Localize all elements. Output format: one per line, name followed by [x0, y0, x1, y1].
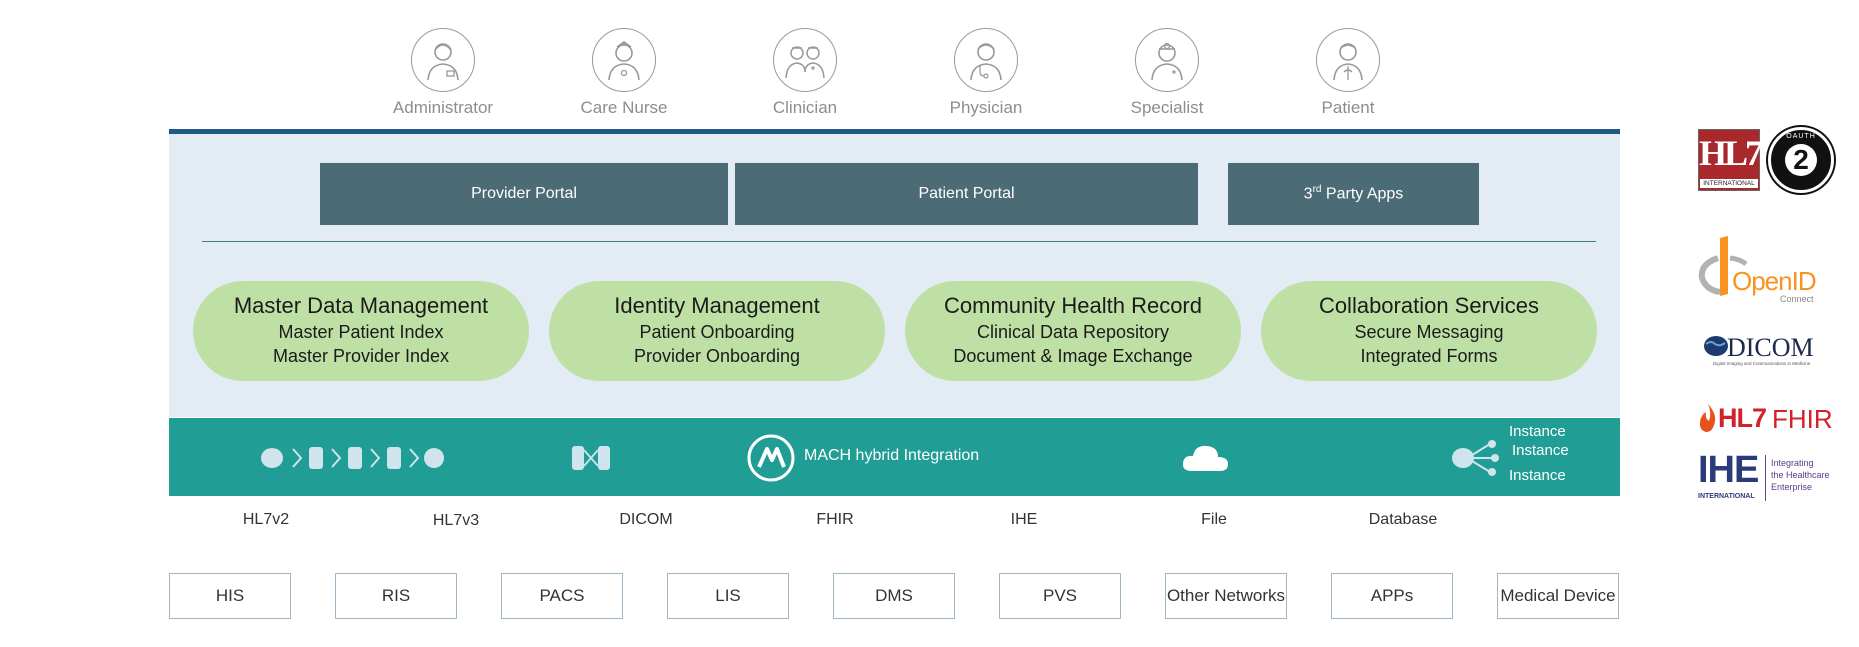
- openid-connect-logo: OpenID Connect: [1698, 236, 1838, 306]
- flame-icon: [1699, 404, 1716, 432]
- role-clinician: Clinician: [735, 28, 875, 118]
- role-label: Care Nurse: [580, 98, 668, 117]
- patient-icon: [1316, 28, 1380, 92]
- globe-icon: [1704, 336, 1728, 356]
- system-lis: LIS: [667, 573, 789, 619]
- patient-portal-box: Patient Portal: [735, 163, 1198, 225]
- service-collaboration-services: Collaboration Services Secure Messaging …: [1261, 281, 1597, 381]
- transform-icon: [572, 446, 610, 470]
- third-party-apps-label: 3rd Party Apps: [1303, 184, 1404, 203]
- system-pvs: PVS: [999, 573, 1121, 619]
- provider-portal-label: Provider Portal: [471, 185, 577, 202]
- mach-logo-icon: [747, 434, 795, 482]
- dicom-logo: DICOM Digital Imaging and Communications…: [1703, 333, 1837, 369]
- protocol-ihe: IHE: [1010, 511, 1038, 528]
- platform-panel: Provider Portal Patient Portal 3rd Party…: [169, 129, 1620, 417]
- service-item: Patient Onboarding: [639, 322, 795, 342]
- service-item: Integrated Forms: [1360, 346, 1498, 366]
- service-master-data-management: Master Data Management Master Patient In…: [193, 281, 529, 381]
- role-patient: Patient: [1278, 28, 1418, 118]
- hl7-international-logo: HL7 INTERNATIONAL: [1698, 129, 1763, 191]
- system-other-networks: Other Networks: [1165, 573, 1287, 619]
- patient-portal-label: Patient Portal: [918, 185, 1015, 202]
- protocol-hl7v3: HL7v3: [432, 512, 480, 529]
- role-specialist: Specialist: [1097, 28, 1237, 118]
- service-item: Clinical Data Repository: [976, 322, 1170, 342]
- protocol-fhir: FHIR: [816, 511, 854, 528]
- role-care-nurse: Care Nurse: [554, 28, 694, 118]
- service-item: Document & Image Exchange: [953, 346, 1193, 366]
- provider-portal-box: Provider Portal: [320, 163, 728, 225]
- specialist-icon: [1135, 28, 1199, 92]
- service-title: Master Data Management: [233, 293, 489, 318]
- role-administrator: Administrator: [373, 28, 513, 118]
- pipeline-flow-icon: [261, 447, 444, 469]
- service-item: Master Patient Index: [278, 322, 444, 342]
- service-item: Master Provider Index: [272, 346, 450, 366]
- service-identity-management: Identity Management Patient Onboarding P…: [549, 281, 885, 381]
- hl7-fhir-logo: HL7 FHIR: [1698, 401, 1838, 437]
- third-party-apps-box: 3rd Party Apps: [1228, 163, 1479, 225]
- share-network-icon: [1452, 440, 1499, 476]
- system-medical-device: Medical Device: [1497, 573, 1619, 619]
- service-title: Community Health Record: [944, 293, 1202, 318]
- ihe-tagline: Integrating the Healthcare Enterprise: [1771, 458, 1830, 492]
- instance-label: Instance: [1509, 467, 1566, 484]
- service-community-health-record: Community Health Record Clinical Data Re…: [905, 281, 1241, 381]
- system-dms: DMS: [833, 573, 955, 619]
- service-title: Identity Management: [614, 293, 820, 318]
- role-label: Administrator: [392, 98, 494, 117]
- protocol-database: Database: [1368, 511, 1438, 528]
- service-item: Secure Messaging: [1354, 322, 1504, 342]
- care-nurse-icon: [592, 28, 656, 92]
- integration-bar: MACH hybrid Integration Instance Instanc…: [169, 418, 1620, 496]
- role-label: Physician: [949, 98, 1023, 117]
- service-item: Provider Onboarding: [633, 346, 801, 366]
- oauth2-logo: OAUTH 2: [1768, 127, 1834, 193]
- administrator-icon: [411, 28, 475, 92]
- ihe-international-logo: IHE INTERNATIONAL Integrating the Health…: [1698, 449, 1830, 501]
- service-title: Collaboration Services: [1318, 293, 1540, 318]
- system-ris: RIS: [335, 573, 457, 619]
- role-label: Specialist: [1130, 98, 1204, 117]
- protocol-dicom: DICOM: [619, 511, 673, 528]
- system-pacs: PACS: [501, 573, 623, 619]
- system-apps: APPs: [1331, 573, 1453, 619]
- protocol-hl7v2: HL7v2: [242, 511, 290, 528]
- panel-divider: [202, 241, 1596, 242]
- mach-integration-label: MACH hybrid Integration: [804, 447, 980, 464]
- role-label: Patient: [1321, 98, 1375, 117]
- role-label: Clinician: [772, 98, 838, 117]
- protocol-file: File: [1201, 511, 1227, 528]
- role-physician: Physician: [916, 28, 1056, 118]
- clinician-icon: [773, 28, 837, 92]
- physician-icon: [954, 28, 1018, 92]
- instance-label: Instance: [1509, 423, 1566, 440]
- cloud-icon: [1182, 445, 1228, 471]
- system-his: HIS: [169, 573, 291, 619]
- instance-label: Instance: [1512, 442, 1569, 459]
